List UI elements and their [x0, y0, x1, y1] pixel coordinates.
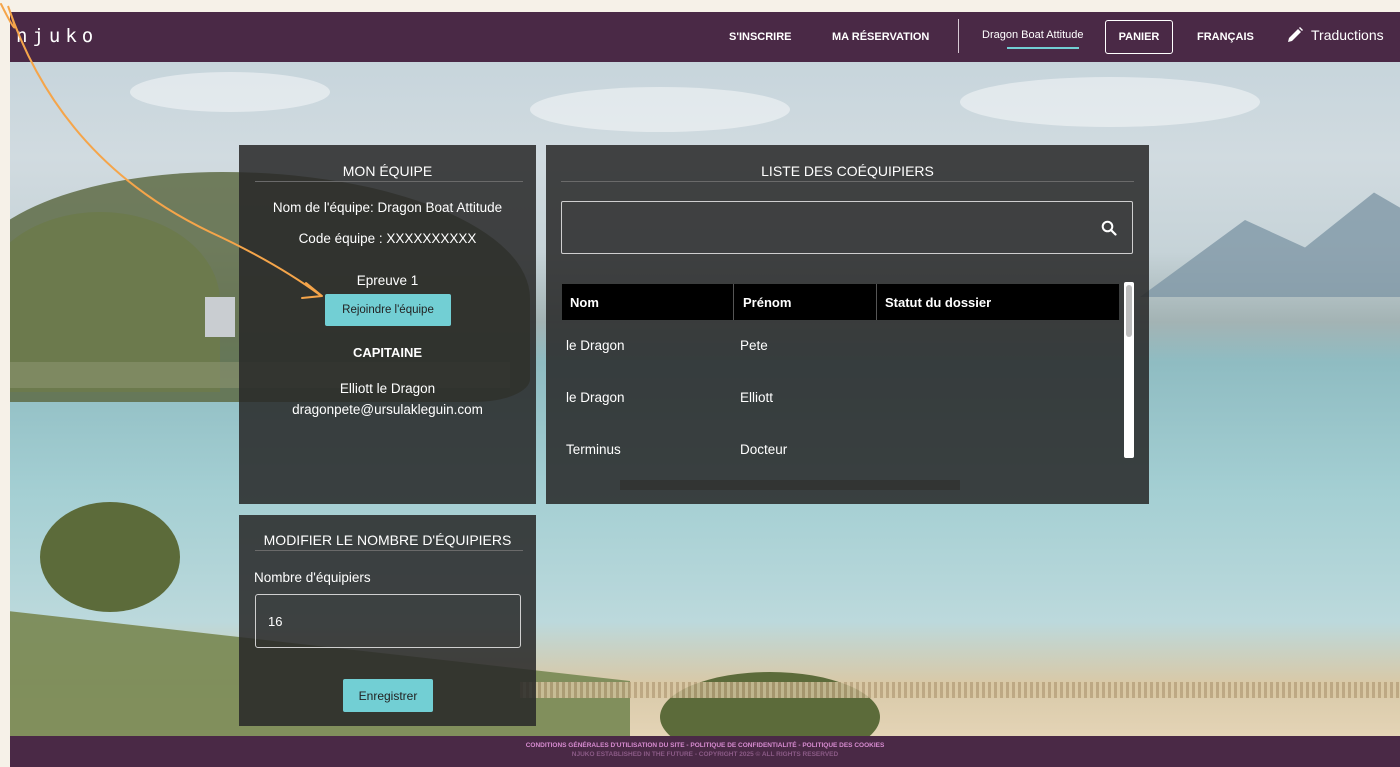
- team-name-text: Nom de l'équipe: Dragon Boat Attitude: [272, 200, 503, 215]
- scrollbar-thumb[interactable]: [1126, 285, 1132, 337]
- my-team-panel: MON ÉQUIPE Nom de l'équipe: Dragon Boat …: [239, 145, 536, 504]
- teammates-count-value: 16: [268, 613, 283, 629]
- captain-label: CAPITAINE: [352, 345, 423, 360]
- teammates-title: LISTE DES COÉQUIPIERS: [761, 163, 934, 179]
- team-tab-link[interactable]: Dragon Boat Attitude: [982, 29, 1084, 41]
- title-divider: [255, 550, 523, 551]
- nav-register-link[interactable]: S'INSCRIRE: [729, 31, 792, 43]
- modify-title: MODIFIER LE NOMBRE D'ÉQUIPIERS: [263, 532, 512, 548]
- teammates-panel: LISTE DES COÉQUIPIERS Nom Prénom Statut …: [546, 145, 1149, 504]
- top-navigation-bar: njuko S'INSCRIRE MA RÉSERVATION Dragon B…: [10, 12, 1400, 62]
- translations-button[interactable]: Traductions: [1286, 26, 1384, 44]
- save-button[interactable]: Enregistrer: [343, 679, 433, 712]
- captain-name: Elliott le Dragon: [339, 381, 436, 396]
- column-header-statut[interactable]: Statut du dossier: [885, 295, 991, 310]
- cell-nom: le Dragon: [566, 390, 625, 405]
- translations-label: Traductions: [1311, 27, 1384, 43]
- cell-prenom: Elliott: [740, 390, 774, 405]
- title-divider: [255, 181, 523, 182]
- column-header-nom[interactable]: Nom: [570, 295, 599, 310]
- join-team-button[interactable]: Rejoindre l'équipe: [325, 294, 451, 326]
- language-selector[interactable]: FRANÇAIS: [1197, 31, 1254, 43]
- teammate-search-input[interactable]: [561, 201, 1133, 254]
- privacy-link[interactable]: POLITIQUE DE CONFIDENTIALITÉ: [690, 742, 796, 749]
- footer-links: CONDITIONS GÉNÉRALES D'UTILISATION DU SI…: [10, 742, 1400, 749]
- cell-nom: Terminus: [566, 442, 621, 457]
- cart-button[interactable]: PANIER: [1105, 20, 1173, 54]
- nav-divider: [958, 19, 959, 53]
- nav-my-booking-link[interactable]: MA RÉSERVATION: [832, 31, 929, 43]
- table-row[interactable]: le Dragon Pete: [562, 320, 1119, 372]
- pencil-icon: [1288, 27, 1303, 42]
- njuko-logo[interactable]: njuko: [16, 25, 98, 47]
- table-scrollbar[interactable]: [1124, 282, 1134, 458]
- footer: CONDITIONS GÉNÉRALES D'UTILISATION DU SI…: [10, 736, 1400, 767]
- column-header-prenom[interactable]: Prénom: [743, 295, 791, 310]
- terms-link[interactable]: CONDITIONS GÉNÉRALES D'UTILISATION DU SI…: [526, 742, 685, 749]
- cookies-link[interactable]: POLITIQUE DES COOKIES: [802, 742, 884, 749]
- copyright-text: NJUKO ESTABLISHED IN THE FUTURE - COPYRI…: [571, 751, 839, 758]
- teammates-count-input[interactable]: 16: [255, 594, 521, 648]
- table-header: Nom Prénom Statut du dossier: [562, 284, 1119, 320]
- cell-prenom: Docteur: [740, 442, 788, 457]
- team-code-text: Code équipe : XXXXXXXXXX: [298, 231, 477, 246]
- active-tab-underline: [1007, 47, 1079, 49]
- app-window: njuko S'INSCRIRE MA RÉSERVATION Dragon B…: [10, 12, 1400, 767]
- cell-prenom: Pete: [740, 338, 768, 353]
- cell-nom: le Dragon: [566, 338, 625, 353]
- my-team-title: MON ÉQUIPE: [342, 163, 433, 179]
- modify-teammates-panel: MODIFIER LE NOMBRE D'ÉQUIPIERS Nombre d'…: [239, 515, 536, 726]
- event-label: Epreuve 1: [356, 273, 419, 288]
- title-divider: [561, 181, 1134, 182]
- search-icon[interactable]: [1101, 220, 1117, 236]
- teammates-count-label: Nombre d'équipiers: [254, 570, 371, 585]
- table-row[interactable]: le Dragon Elliott: [562, 372, 1119, 424]
- captain-email: dragonpete@ursulakleguin.com: [292, 402, 483, 417]
- table-row[interactable]: Terminus Docteur: [562, 424, 1119, 476]
